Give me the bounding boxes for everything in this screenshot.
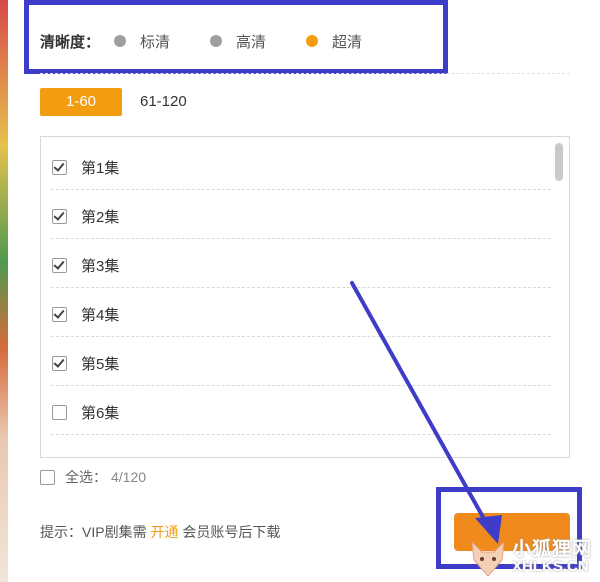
episode-row[interactable]: 第6集	[51, 385, 551, 435]
divider	[40, 73, 570, 74]
fox-logo-icon	[471, 540, 505, 577]
episode-row[interactable]: 第4集	[51, 287, 551, 337]
episode-label: 第5集	[81, 356, 120, 373]
watermark-url: XHLKS.CN	[512, 558, 589, 575]
episode-label: 第6集	[81, 405, 120, 422]
check-icon	[53, 307, 65, 319]
tab-range-61-120[interactable]: 61-120	[140, 88, 187, 116]
episode-row[interactable]: 第2集	[51, 189, 551, 239]
check-icon	[53, 356, 65, 368]
check-icon	[53, 160, 65, 172]
episode-label: 第1集	[81, 160, 120, 177]
select-all[interactable]: 全选： 4/120	[40, 467, 146, 487]
annotation-box-quality	[24, 0, 448, 74]
episode-row[interactable]: 第1集	[51, 140, 551, 190]
select-all-label: 全选：	[65, 469, 107, 485]
checkbox-unchecked[interactable]	[52, 405, 67, 420]
hint-prefix: 提示：VIP剧集需	[40, 524, 147, 540]
scrollbar-thumb[interactable]	[555, 143, 563, 181]
episode-list: 第1集 第2集 第3集 第4集 第5集 第6集	[40, 136, 570, 458]
episode-label: 第3集	[81, 258, 120, 275]
episode-row[interactable]: 第5集	[51, 336, 551, 386]
episode-label: 第4集	[81, 307, 120, 324]
checkbox-checked[interactable]	[52, 307, 67, 322]
check-icon	[53, 209, 65, 221]
check-icon	[53, 258, 65, 270]
vip-hint: 提示：VIP剧集需 开通 会员账号后下载	[40, 522, 280, 542]
checkbox-unchecked[interactable]	[40, 469, 55, 485]
checkbox-checked[interactable]	[52, 258, 67, 273]
checkbox-checked[interactable]	[52, 356, 67, 371]
watermark: 小狐狸网 XHLKS.CN	[466, 530, 600, 582]
watermark-text: 小狐狸网	[512, 539, 593, 560]
selected-count: 4/120	[111, 469, 147, 485]
tab-range-1-60[interactable]: 1-60	[40, 88, 122, 116]
episode-row[interactable]: 第3集	[51, 238, 551, 288]
checkbox-checked[interactable]	[52, 160, 67, 175]
hint-suffix: 会员账号后下载	[182, 524, 281, 540]
checkbox-checked[interactable]	[52, 209, 67, 224]
background-app-strip	[0, 0, 8, 582]
episode-label: 第2集	[81, 209, 120, 226]
open-vip-link[interactable]: 开通	[150, 524, 178, 540]
